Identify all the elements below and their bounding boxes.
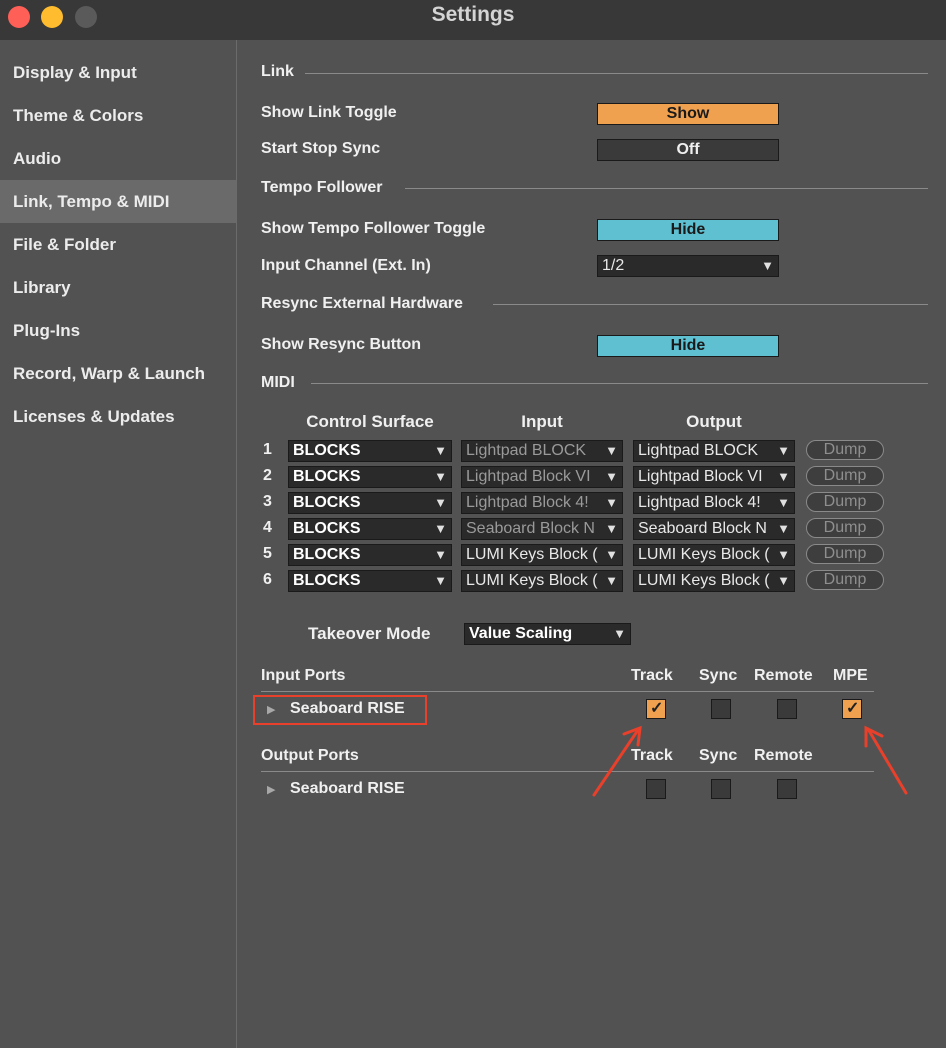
annotation-arrow-track (592, 728, 640, 797)
annotation-arrows (592, 725, 908, 797)
annotation-arrow-mpe (866, 727, 908, 795)
